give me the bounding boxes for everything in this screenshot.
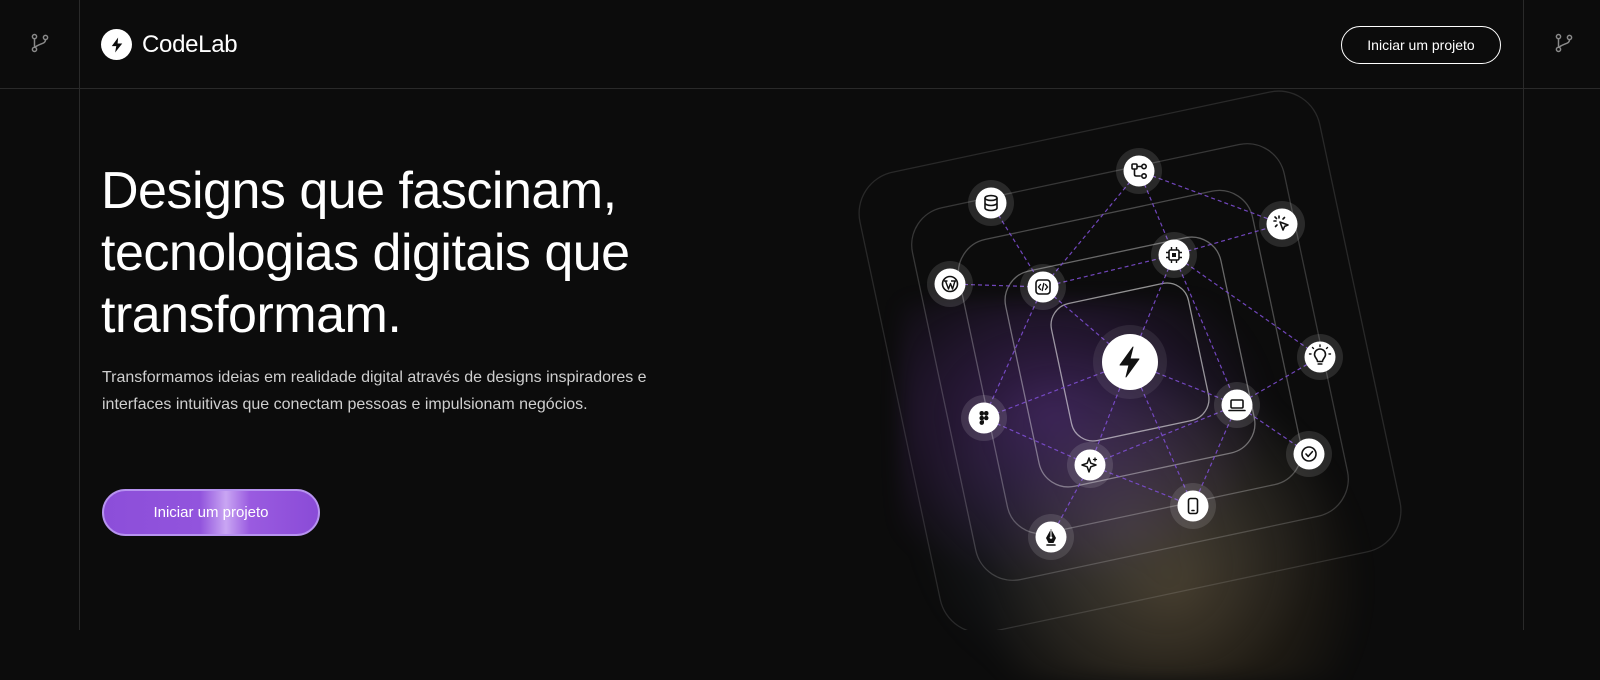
node-workflow — [1116, 148, 1162, 194]
node-wordpress — [927, 261, 973, 307]
connection-line — [1173, 254, 1321, 358]
node-check — [1286, 431, 1332, 477]
node-disc — [1177, 490, 1209, 522]
node-laptop — [1214, 382, 1260, 428]
tech-network-illustration — [858, 90, 1402, 630]
node-bulb — [1297, 334, 1343, 380]
node-disc — [1123, 155, 1155, 187]
node-disc — [934, 268, 966, 300]
node-disc — [968, 402, 1000, 434]
node-pen — [1028, 514, 1074, 560]
node-database — [968, 180, 1014, 226]
node-disc — [1027, 271, 1059, 303]
node-cursor — [1259, 201, 1305, 247]
node-center — [1093, 325, 1167, 399]
node-disc — [1035, 521, 1067, 553]
node-mobile — [1170, 483, 1216, 529]
node-disc — [1158, 239, 1190, 271]
node-disc — [1266, 208, 1298, 240]
node-sparkle — [1067, 442, 1113, 488]
node-chip — [1151, 232, 1197, 278]
node-figma — [961, 395, 1007, 441]
node-disc — [1074, 449, 1106, 481]
node-disc — [975, 187, 1007, 219]
node-disc — [1304, 341, 1336, 373]
node-code — [1020, 264, 1066, 310]
node-disc — [1221, 389, 1253, 421]
node-disc — [1293, 438, 1325, 470]
